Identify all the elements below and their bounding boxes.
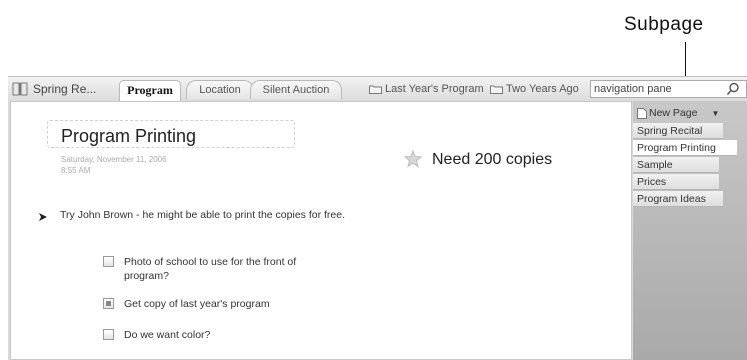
new-page-icon [637, 107, 647, 119]
page-date: Saturday, November 11, 2006 [61, 155, 167, 164]
onenote-window: Spring Re... Program Location Silent Auc… [8, 76, 747, 360]
page-list: Spring Recital Program Printing Sample P… [633, 123, 747, 208]
section-two-years-ago[interactable]: Two Years Ago [490, 83, 579, 95]
chevron-down-icon[interactable]: ▼ [711, 109, 719, 118]
subpage-callout-label: Subpage [624, 14, 704, 35]
todo-item[interactable]: Get copy of last year's program [103, 297, 329, 311]
tab-program[interactable]: Program [119, 80, 181, 102]
section-link-label: Last Year's Program [385, 83, 484, 95]
todo-text: Do we want color? [124, 329, 211, 341]
search-input[interactable]: navigation pane [590, 80, 747, 98]
section-group-icon [369, 85, 382, 94]
notebook-name: Spring Re... [33, 82, 97, 96]
page-item-program-printing[interactable]: Program Printing [633, 140, 737, 156]
todo-item[interactable]: Do we want color? [103, 328, 329, 342]
search-icon[interactable] [726, 82, 740, 96]
arrow-bullet-icon [39, 213, 47, 221]
section-last-years-program[interactable]: Last Year's Program [369, 83, 484, 95]
page-tabs-pane: New Page ▼ Spring Recital Program Printi… [633, 101, 747, 360]
page-content-area[interactable]: Program Printing Saturday, November 11, … [10, 101, 632, 360]
section-group-icon [490, 85, 503, 94]
page-item-program-ideas[interactable]: Program Ideas [633, 191, 723, 207]
todo-checkbox-checked[interactable] [103, 298, 114, 309]
notebook-title[interactable]: Spring Re... [12, 80, 96, 98]
todo-text: Get copy of last year's program [124, 298, 270, 310]
note-need-copies[interactable]: Need 200 copies [432, 151, 552, 169]
star-icon [404, 150, 422, 168]
page-item-spring-recital[interactable]: Spring Recital [633, 123, 723, 139]
todo-item[interactable]: Photo of school to use for the front of … [103, 255, 329, 283]
subpage-item-sample[interactable]: Sample [633, 157, 719, 173]
search-input-value: navigation pane [594, 83, 672, 95]
page-title[interactable]: Program Printing [61, 126, 196, 147]
section-tab-bar: Spring Re... Program Location Silent Auc… [8, 77, 747, 102]
new-page-label: New Page [649, 107, 698, 119]
section-link-label: Two Years Ago [506, 83, 579, 95]
tab-location[interactable]: Location [186, 80, 254, 99]
notebook-icon [12, 82, 28, 96]
todo-checkbox[interactable] [103, 256, 114, 267]
page-time: 8:55 AM [61, 166, 91, 175]
subpage-item-prices[interactable]: Prices [633, 174, 719, 190]
new-page-button[interactable]: New Page ▼ [633, 105, 747, 121]
todo-text: Photo of school to use for the front of … [124, 256, 297, 282]
tab-silent-auction[interactable]: Silent Auction [250, 80, 342, 99]
todo-checkbox[interactable] [103, 329, 114, 340]
bullet-note[interactable]: Try John Brown - he might be able to pri… [60, 209, 345, 221]
